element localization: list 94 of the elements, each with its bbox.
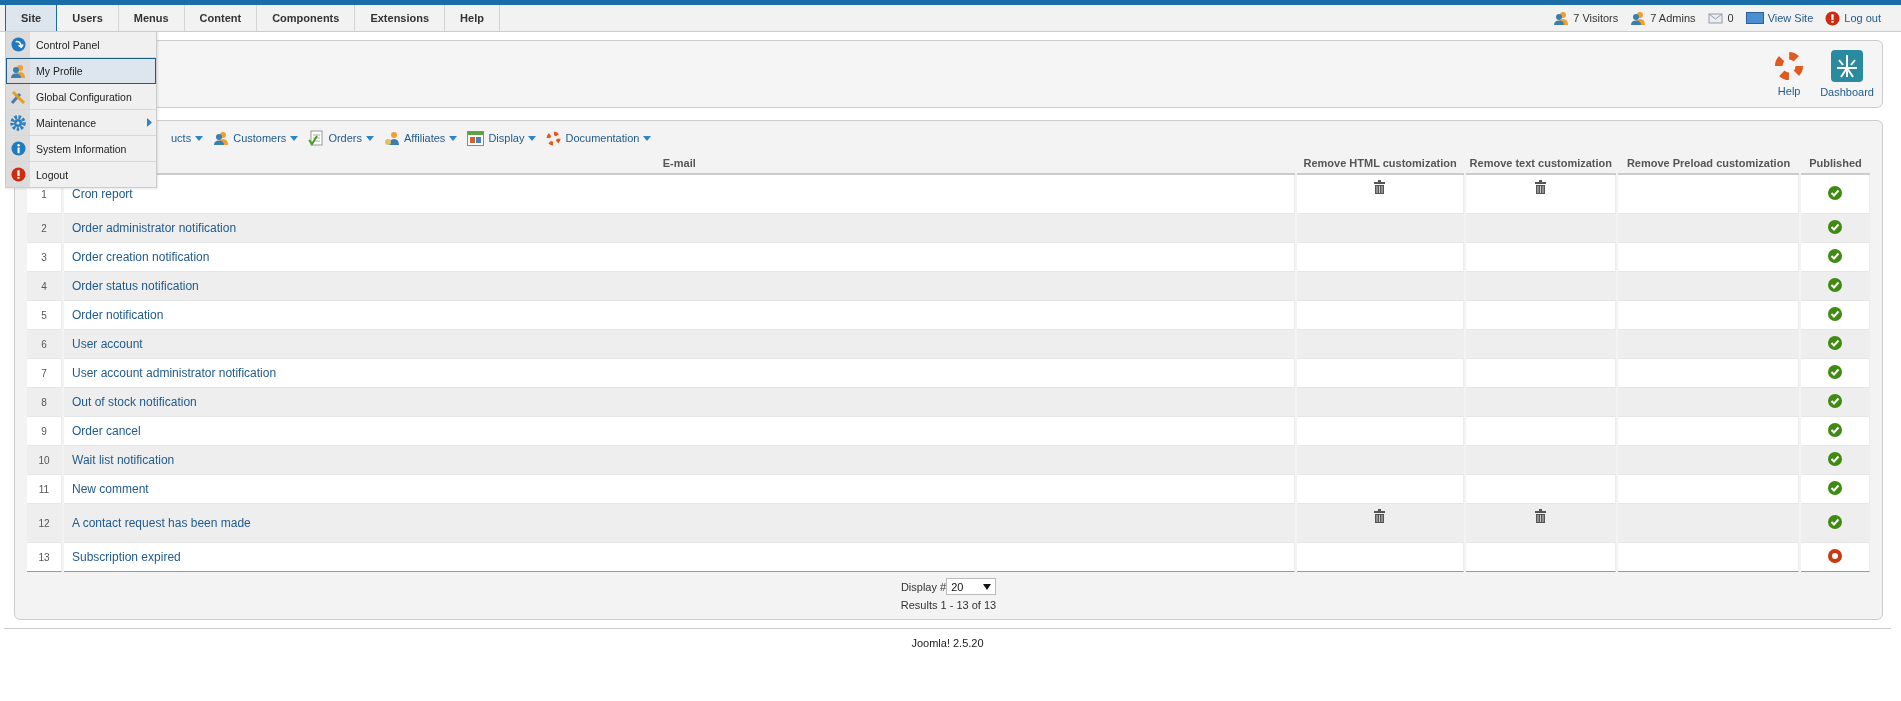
ring-icon[interactable] xyxy=(1828,549,1842,563)
check-circle-icon[interactable] xyxy=(1828,307,1842,321)
row-number: 4 xyxy=(27,272,62,301)
trash-icon[interactable] xyxy=(1374,509,1386,523)
check-circle-icon[interactable] xyxy=(1828,249,1842,263)
menu-entry[interactable]: System Information xyxy=(6,136,156,162)
trash-icon[interactable] xyxy=(1534,180,1546,194)
caret-icon xyxy=(449,135,458,141)
status-text: 7 Admins xyxy=(1650,12,1696,24)
email-link[interactable]: Out of stock notification xyxy=(72,395,197,409)
users-icon xyxy=(1630,11,1647,25)
email-link[interactable]: Order notification xyxy=(72,308,164,322)
menu-entry-label: Control Panel xyxy=(36,38,100,51)
version-text: Joomla! 2.5.20 xyxy=(4,628,1891,649)
row-number: 8 xyxy=(27,388,62,417)
toolbar-menu[interactable]: Affiliates xyxy=(384,131,458,145)
toolbar-menu[interactable]: Customers xyxy=(213,131,299,145)
row-number: 9 xyxy=(27,417,62,446)
row-number: 6 xyxy=(27,330,62,359)
row-number: 2 xyxy=(27,214,62,243)
caret-icon xyxy=(643,135,652,141)
row-number: 12 xyxy=(27,504,62,543)
dashboard-icon xyxy=(1831,50,1864,82)
check-circle-icon[interactable] xyxy=(1828,336,1842,350)
gear-icon xyxy=(10,114,26,131)
menu-entry-label: My Profile xyxy=(36,64,83,77)
email-link[interactable]: Order status notification xyxy=(72,279,199,293)
row-number: 13 xyxy=(27,543,62,572)
lifebuoy-icon xyxy=(546,130,562,146)
caret-icon xyxy=(983,583,992,590)
caret-icon xyxy=(290,135,299,141)
users-icon xyxy=(384,131,400,145)
menu-entry-label: System Information xyxy=(36,142,127,155)
email-link[interactable]: Wait list notification xyxy=(72,453,175,467)
email-link[interactable]: Order creation notification xyxy=(72,250,210,264)
check-circle-icon[interactable] xyxy=(1828,365,1842,379)
toolbar-menu[interactable]: Orders xyxy=(308,130,374,146)
row-number: 3 xyxy=(27,243,62,272)
check-circle-icon[interactable] xyxy=(1828,186,1842,200)
row-number: 10 xyxy=(27,446,62,475)
email-link[interactable]: Cron report xyxy=(72,187,133,201)
check-circle-icon[interactable] xyxy=(1828,423,1842,437)
row-number: 11 xyxy=(27,475,62,504)
check-circle-icon[interactable] xyxy=(1828,452,1842,466)
help-button[interactable]: Help xyxy=(1772,51,1807,97)
trash-icon[interactable] xyxy=(1534,509,1546,523)
check-circle-icon[interactable] xyxy=(1828,394,1842,408)
caret-icon xyxy=(528,135,537,141)
check-circle-icon[interactable] xyxy=(1828,481,1842,495)
menu-entry[interactable]: Global Configuration xyxy=(6,84,156,110)
email-link[interactable]: Subscription expired xyxy=(72,550,181,564)
email-link[interactable]: Order cancel xyxy=(72,424,141,438)
tools-icon xyxy=(10,88,26,105)
envelope-icon xyxy=(1707,12,1724,24)
toolbar-menu[interactable]: Display xyxy=(467,130,537,146)
email-link[interactable]: New comment xyxy=(72,482,149,496)
status-text: 0 xyxy=(1727,12,1734,24)
monitor-icon xyxy=(1745,12,1764,24)
caret-icon xyxy=(366,135,374,141)
power-icon xyxy=(1825,10,1841,26)
toolbar-menu[interactable]: ucts xyxy=(171,132,204,144)
users-icon xyxy=(10,63,26,78)
menu-entry-label: Global Configuration xyxy=(36,90,132,103)
menu-item[interactable]: Site xyxy=(5,5,58,31)
lifebuoy-icon xyxy=(1774,51,1805,81)
status-link[interactable]: Log out xyxy=(1844,12,1881,24)
users-icon xyxy=(213,131,230,145)
window-icon xyxy=(467,130,485,146)
status-text: 7 Visitors xyxy=(1573,12,1619,24)
row-number: 5 xyxy=(27,301,62,330)
check-circle-icon[interactable] xyxy=(1828,220,1842,234)
arrow-circle-icon xyxy=(10,37,26,52)
check-circle-icon[interactable] xyxy=(1828,278,1842,292)
dashboard-button[interactable]: Dashboard xyxy=(1818,50,1876,98)
power-icon xyxy=(10,167,26,182)
results-count: Results 1 - 13 of 13 xyxy=(900,599,997,611)
menu-entry[interactable]: My Profile xyxy=(6,58,156,84)
check-circle-icon[interactable] xyxy=(1828,515,1842,529)
status-link[interactable]: View Site xyxy=(1767,12,1814,24)
page-size-select[interactable]: 20 xyxy=(946,578,997,595)
email-link[interactable]: User account xyxy=(72,337,143,351)
row-number: 7 xyxy=(27,359,62,388)
caret-icon xyxy=(195,135,204,141)
email-link[interactable]: User account administrator notification xyxy=(72,366,277,380)
info-icon xyxy=(10,141,26,156)
toolbar-menu[interactable]: Documentation xyxy=(546,130,652,146)
document-icon xyxy=(308,130,325,146)
trash-icon[interactable] xyxy=(1374,180,1386,194)
menu-entry-label: Maintenance xyxy=(36,116,97,129)
email-link[interactable]: Order administrator notification xyxy=(72,221,237,235)
users-icon xyxy=(1553,11,1570,25)
email-link[interactable]: A contact request has been made xyxy=(72,516,251,530)
display-label: Display # xyxy=(900,580,947,593)
menu-entry[interactable]: Maintenance xyxy=(6,110,156,136)
